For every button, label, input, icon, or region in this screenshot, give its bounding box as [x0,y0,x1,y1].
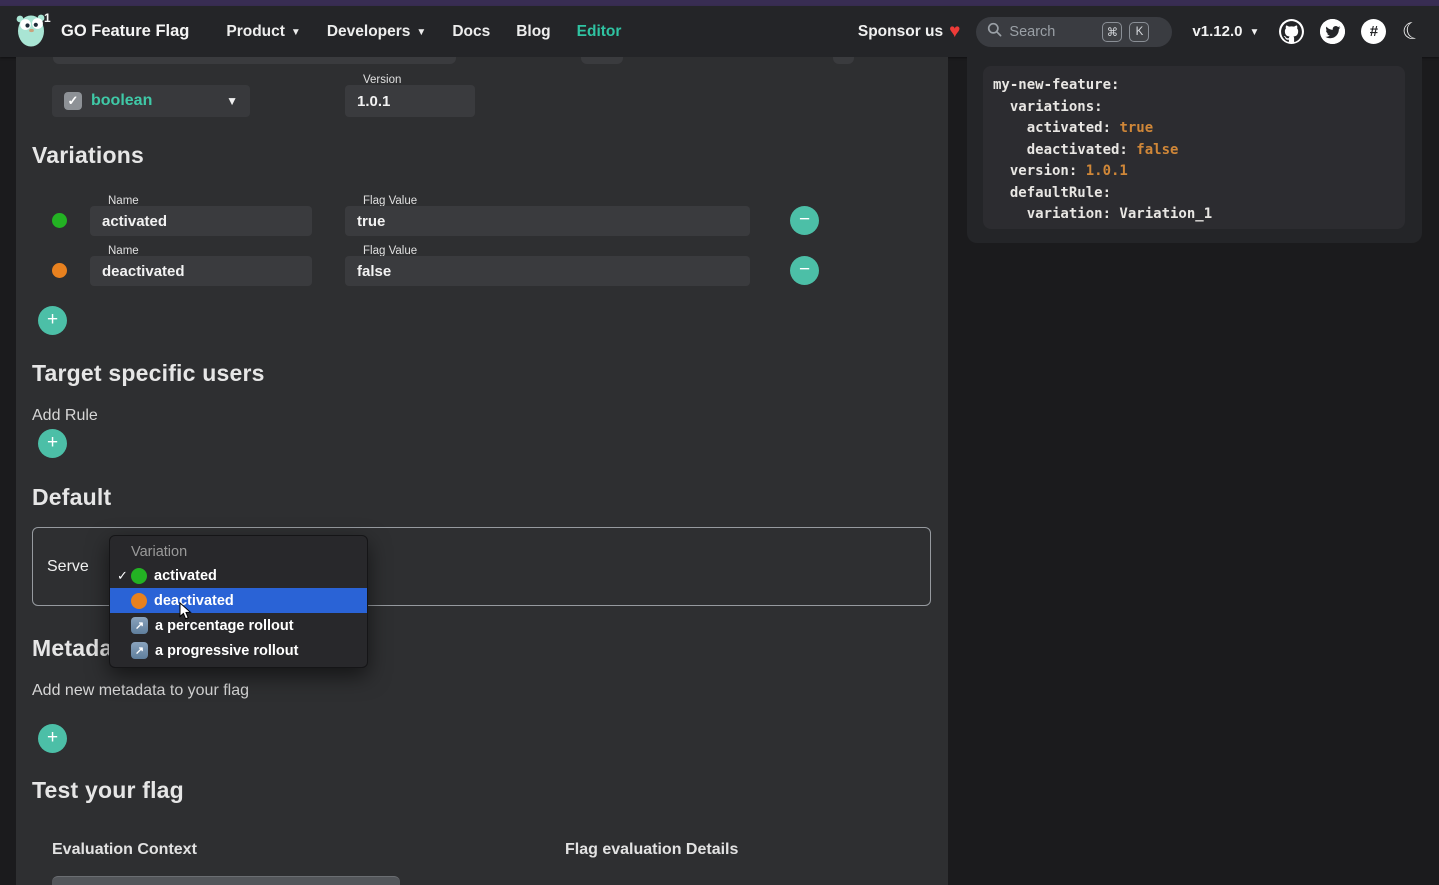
targeting-heading: Target specific users [32,360,265,387]
sponsor-link[interactable]: Sponsor us ♥ [858,22,961,41]
orange-dot-icon [131,593,147,609]
sponsor-label: Sponsor us [858,23,943,41]
chevron-down-icon: ▼ [226,94,238,108]
twitter-icon[interactable] [1320,19,1345,44]
add-rule-button[interactable]: + [38,429,67,458]
variation-color-dot [52,263,67,278]
slack-icon[interactable]: # [1361,19,1386,44]
flag-type-select[interactable]: ✓ boolean ▼ [52,85,250,117]
nav-item-blog[interactable]: Blog [503,23,563,41]
menu-item-activated[interactable]: ✓ activated [110,563,367,588]
page: 1 GO Feature Flag Product ▼ Developers ▼… [0,0,1439,885]
navbar: 1 GO Feature Flag Product ▼ Developers ▼… [0,6,1439,57]
evaluation-context-editor[interactable] [52,876,400,885]
search-icon [987,22,1002,42]
yaml-line: version: 1.0.1 [993,161,1395,183]
menu-item-label: a progressive rollout [155,643,298,659]
yaml-line: activated: true [993,118,1395,140]
add-metadata-button[interactable]: + [38,724,67,753]
variations-heading: Variations [32,142,144,169]
variation-name-input[interactable] [90,256,312,286]
check-icon: ✓ [115,568,130,584]
version-input[interactable] [345,85,475,117]
metadata-subtitle: Add new metadata to your flag [32,682,249,700]
variation-value-input[interactable] [345,256,750,286]
flag-evaluation-details-label: Flag evaluation Details [565,841,738,859]
gopher-logo-icon: 1 [16,10,52,53]
chevron-down-icon: ▼ [1249,27,1259,38]
github-icon[interactable] [1279,19,1304,44]
variation-color-dot [52,213,67,228]
nav-item-developers[interactable]: Developers ▼ [314,23,439,41]
add-rule-label: Add Rule [32,407,98,425]
nav-item-product-label: Product [226,23,285,41]
evaluation-context-label: Evaluation Context [52,841,197,859]
yaml-preview-panel: my-new-feature: variations: activated: t… [967,57,1422,243]
nav-item-product[interactable]: Product ▼ [213,23,313,41]
rollout-arrow-icon: ↗ [131,642,148,659]
serve-label: Serve [47,558,89,576]
test-flag-heading: Test your flag [32,777,184,804]
yaml-line: my-new-feature: [993,75,1395,97]
default-heading: Default [32,484,111,511]
variation-dropdown-menu: Variation ✓ activated deactivated ↗ a pe… [109,535,368,668]
brand-title: GO Feature Flag [61,22,189,41]
nav-item-docs-label: Docs [452,23,490,41]
navbar-right: Sponsor us ♥ ⌘ K v1.12.0 ▼ [858,17,1423,47]
heart-icon: ♥ [949,22,960,41]
add-variation-button[interactable]: + [38,306,67,335]
nav-item-docs[interactable]: Docs [439,23,503,41]
menu-item-label: deactivated [154,593,234,609]
yaml-line: defaultRule: [993,183,1395,205]
cutoff-field-fragment [581,57,623,64]
nav-item-editor-label: Editor [577,23,622,41]
rollout-arrow-icon: ↗ [131,617,148,634]
remove-variation-button[interactable]: − [790,256,819,285]
mouse-cursor [179,602,193,625]
kbd-command-key: ⌘ [1102,22,1122,42]
cutoff-field-fragment [833,57,854,64]
nav-item-editor[interactable]: Editor [564,23,635,41]
variation-value-input[interactable] [345,206,750,236]
menu-item-progressive-rollout[interactable]: ↗ a progressive rollout [110,638,367,663]
yaml-line: deactivated: false [993,140,1395,162]
search-input[interactable] [1009,24,1095,40]
menu-item-deactivated[interactable]: deactivated [110,588,367,613]
green-dot-icon [131,568,147,584]
checkbox-icon: ✓ [64,92,82,110]
version-label: v1.12.0 [1192,23,1242,40]
yaml-line: variations: [993,97,1395,119]
kbd-k-key: K [1129,22,1149,42]
svg-text:1: 1 [44,11,51,25]
chevron-down-icon: ▼ [416,27,426,38]
chevron-down-icon: ▼ [291,27,301,38]
menu-item-label: activated [154,568,217,584]
nav-item-developers-label: Developers [327,23,411,41]
cutoff-field-fragment [53,57,456,64]
nav-item-blog-label: Blog [516,23,550,41]
version-dropdown[interactable]: v1.12.0 ▼ [1192,23,1259,40]
remove-variation-button[interactable]: − [790,206,819,235]
dark-mode-toggle-icon[interactable]: ☾ [1400,18,1425,45]
flag-type-value: boolean [91,92,217,110]
menu-item-percentage-rollout[interactable]: ↗ a percentage rollout [110,613,367,638]
editor-main-column: ✓ boolean ▼ Version Variations Name Flag… [16,57,948,885]
menu-header: Variation [110,540,367,563]
search-box[interactable]: ⌘ K [976,17,1172,47]
variation-name-input[interactable] [90,206,312,236]
menu-item-label: a percentage rollout [155,618,294,634]
hash-glyph: # [1370,23,1378,40]
yaml-code-block: my-new-feature: variations: activated: t… [983,66,1405,229]
yaml-line: variation: Variation_1 [993,204,1395,226]
brand[interactable]: 1 GO Feature Flag [16,10,189,53]
